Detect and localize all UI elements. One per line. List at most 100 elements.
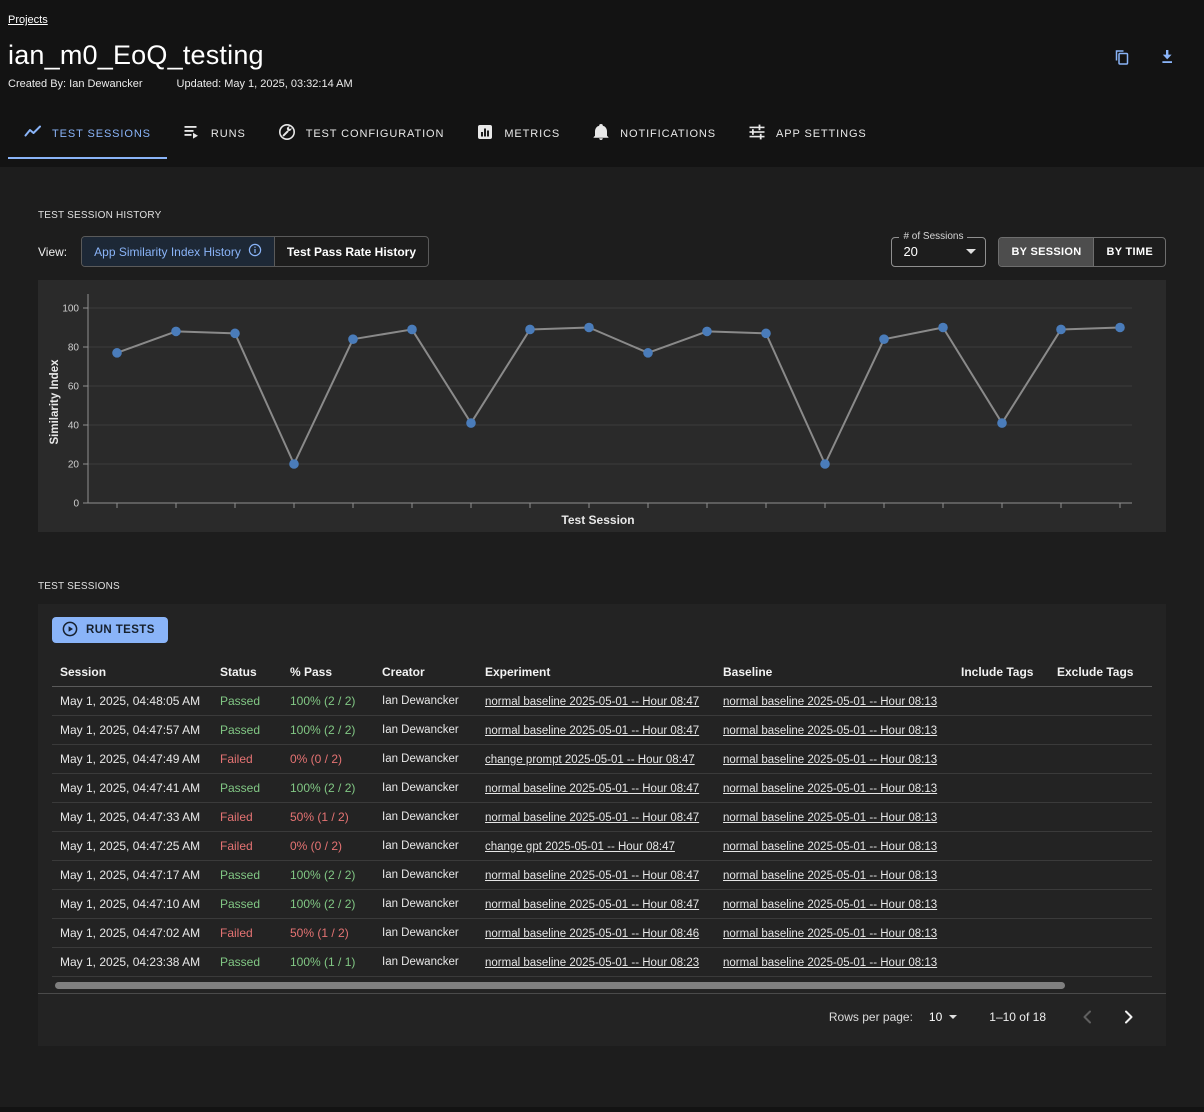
baseline-link[interactable]: normal baseline 2025-05-01 -- Hour 08:13 bbox=[723, 841, 937, 853]
baseline-link[interactable]: normal baseline 2025-05-01 -- Hour 08:13 bbox=[723, 696, 937, 708]
table-row: May 1, 2025, 04:47:33 AMFailed50% (1 / 2… bbox=[52, 803, 1152, 832]
baseline-cell: normal baseline 2025-05-01 -- Hour 08:13 bbox=[715, 687, 953, 716]
baseline-link[interactable]: normal baseline 2025-05-01 -- Hour 08:13 bbox=[723, 957, 937, 969]
experiment-link[interactable]: normal baseline 2025-05-01 -- Hour 08:47 bbox=[485, 870, 699, 882]
experiment-link[interactable]: normal baseline 2025-05-01 -- Hour 08:47 bbox=[485, 783, 699, 795]
view-label: View: bbox=[38, 245, 67, 259]
by-session-button[interactable]: BY SESSION bbox=[999, 238, 1093, 266]
experiment-link[interactable]: normal baseline 2025-05-01 -- Hour 08:47 bbox=[485, 696, 699, 708]
pagination-range: 1–10 of 18 bbox=[989, 1010, 1046, 1024]
tab-test-sessions[interactable]: TEST SESSIONS bbox=[8, 110, 167, 159]
tab-app-settings[interactable]: APP SETTINGS bbox=[732, 110, 883, 159]
scrollbar-thumb[interactable] bbox=[55, 982, 1065, 989]
table-row: May 1, 2025, 04:47:41 AMPassed100% (2 / … bbox=[52, 774, 1152, 803]
pass-cell: 0% (0 / 2) bbox=[282, 832, 374, 861]
creator-cell: Ian Dewancker bbox=[374, 890, 477, 919]
baseline-link[interactable]: normal baseline 2025-05-01 -- Hour 08:13 bbox=[723, 754, 937, 766]
baseline-link[interactable]: normal baseline 2025-05-01 -- Hour 08:13 bbox=[723, 899, 937, 911]
rows-per-page-label: Rows per page: bbox=[829, 1010, 913, 1024]
experiment-link[interactable]: change prompt 2025-05-01 -- Hour 08:47 bbox=[485, 754, 695, 766]
exclude-tags-cell bbox=[1049, 919, 1152, 948]
rows-per-page-select[interactable]: 10 bbox=[929, 1010, 957, 1024]
status-cell: Passed bbox=[212, 687, 282, 716]
column-header-exclude-tags: Exclude Tags bbox=[1049, 655, 1152, 687]
column-header-session: Session bbox=[52, 655, 212, 687]
previous-page-button[interactable] bbox=[1076, 1005, 1100, 1029]
pass-cell: 100% (2 / 2) bbox=[282, 687, 374, 716]
chart-point bbox=[643, 348, 653, 358]
experiment-cell: normal baseline 2025-05-01 -- Hour 08:47 bbox=[477, 716, 715, 745]
experiment-cell: change gpt 2025-05-01 -- Hour 08:47 bbox=[477, 832, 715, 861]
baseline-link[interactable]: normal baseline 2025-05-01 -- Hour 08:13 bbox=[723, 783, 937, 795]
status-cell: Passed bbox=[212, 861, 282, 890]
breadcrumb-projects-link[interactable]: Projects bbox=[8, 14, 48, 26]
main-panel: TEST SESSION HISTORY View: App Similarit… bbox=[0, 167, 1204, 1107]
session-cell: May 1, 2025, 04:23:38 AM bbox=[52, 948, 212, 977]
session-cell: May 1, 2025, 04:47:33 AM bbox=[52, 803, 212, 832]
run-tests-button[interactable]: RUN TESTS bbox=[52, 617, 168, 643]
sessions-table: Session Status % Pass Creator Experiment… bbox=[52, 655, 1152, 977]
include-tags-cell bbox=[953, 890, 1049, 919]
chart-point bbox=[348, 334, 358, 344]
experiment-link[interactable]: normal baseline 2025-05-01 -- Hour 08:47 bbox=[485, 812, 699, 824]
chart-point bbox=[525, 325, 535, 335]
chart-point bbox=[702, 327, 712, 337]
session-cell: May 1, 2025, 04:47:41 AM bbox=[52, 774, 212, 803]
svg-text:20: 20 bbox=[68, 460, 80, 471]
tab-test-configuration[interactable]: TEST CONFIGURATION bbox=[262, 110, 461, 159]
info-icon[interactable] bbox=[248, 243, 262, 260]
experiment-cell: normal baseline 2025-05-01 -- Hour 08:47 bbox=[477, 803, 715, 832]
tab-metrics[interactable]: METRICS bbox=[460, 110, 576, 159]
by-time-button[interactable]: BY TIME bbox=[1093, 238, 1165, 266]
status-cell: Passed bbox=[212, 774, 282, 803]
include-tags-cell bbox=[953, 948, 1049, 977]
num-sessions-label: # of Sessions bbox=[899, 231, 967, 242]
baseline-cell: normal baseline 2025-05-01 -- Hour 08:13 bbox=[715, 890, 953, 919]
baseline-link[interactable]: normal baseline 2025-05-01 -- Hour 08:13 bbox=[723, 928, 937, 940]
table-row: May 1, 2025, 04:47:25 AMFailed0% (0 / 2)… bbox=[52, 832, 1152, 861]
chart-point bbox=[584, 323, 594, 333]
horizontal-scrollbar bbox=[40, 980, 1164, 991]
sessions-table-body: May 1, 2025, 04:48:05 AMPassed100% (2 / … bbox=[52, 687, 1152, 977]
include-tags-cell bbox=[953, 774, 1049, 803]
experiment-link[interactable]: normal baseline 2025-05-01 -- Hour 08:47 bbox=[485, 899, 699, 911]
experiment-link[interactable]: normal baseline 2025-05-01 -- Hour 08:46 bbox=[485, 928, 699, 940]
view-pass-rate-toggle[interactable]: Test Pass Rate History bbox=[274, 237, 428, 266]
status-cell: Failed bbox=[212, 919, 282, 948]
group-by-toggle: BY SESSION BY TIME bbox=[998, 237, 1166, 267]
view-similarity-toggle[interactable]: App Similarity Index History bbox=[82, 237, 274, 266]
download-icon[interactable] bbox=[1158, 48, 1176, 66]
experiment-cell: change prompt 2025-05-01 -- Hour 08:47 bbox=[477, 745, 715, 774]
baseline-cell: normal baseline 2025-05-01 -- Hour 08:13 bbox=[715, 774, 953, 803]
table-row: May 1, 2025, 04:23:38 AMPassed100% (1 / … bbox=[52, 948, 1152, 977]
experiment-cell: normal baseline 2025-05-01 -- Hour 08:47 bbox=[477, 774, 715, 803]
status-cell: Passed bbox=[212, 948, 282, 977]
session-cell: May 1, 2025, 04:47:49 AM bbox=[52, 745, 212, 774]
experiment-link[interactable]: change gpt 2025-05-01 -- Hour 08:47 bbox=[485, 841, 675, 853]
baseline-link[interactable]: normal baseline 2025-05-01 -- Hour 08:13 bbox=[723, 812, 937, 824]
include-tags-cell bbox=[953, 745, 1049, 774]
view-toggle-group: App Similarity Index History Test Pass R… bbox=[81, 236, 429, 267]
tab-notifications[interactable]: NOTIFICATIONS bbox=[576, 110, 732, 159]
history-chart: 020406080100Test SessionSimilarity Index bbox=[38, 280, 1166, 532]
baseline-cell: normal baseline 2025-05-01 -- Hour 08:13 bbox=[715, 716, 953, 745]
baseline-link[interactable]: normal baseline 2025-05-01 -- Hour 08:13 bbox=[723, 725, 937, 737]
exclude-tags-cell bbox=[1049, 890, 1152, 919]
svg-text:Similarity Index: Similarity Index bbox=[49, 359, 61, 445]
status-cell: Failed bbox=[212, 832, 282, 861]
num-sessions-select[interactable]: # of Sessions 20 bbox=[891, 237, 986, 267]
history-chart-panel: 020406080100Test SessionSimilarity Index bbox=[38, 280, 1166, 532]
chart-point bbox=[289, 459, 299, 469]
chevron-down-icon bbox=[949, 1015, 957, 1019]
include-tags-cell bbox=[953, 832, 1049, 861]
baseline-link[interactable]: normal baseline 2025-05-01 -- Hour 08:13 bbox=[723, 870, 937, 882]
exclude-tags-cell bbox=[1049, 774, 1152, 803]
tab-runs[interactable]: RUNS bbox=[167, 110, 262, 159]
created-by-text: Created By: Ian Dewancker bbox=[8, 78, 143, 90]
experiment-link[interactable]: normal baseline 2025-05-01 -- Hour 08:23 bbox=[485, 957, 699, 969]
copy-icon[interactable] bbox=[1113, 48, 1131, 66]
chart-point bbox=[171, 327, 181, 337]
experiment-link[interactable]: normal baseline 2025-05-01 -- Hour 08:47 bbox=[485, 725, 699, 737]
next-page-button[interactable] bbox=[1116, 1005, 1140, 1029]
session-cell: May 1, 2025, 04:48:05 AM bbox=[52, 687, 212, 716]
